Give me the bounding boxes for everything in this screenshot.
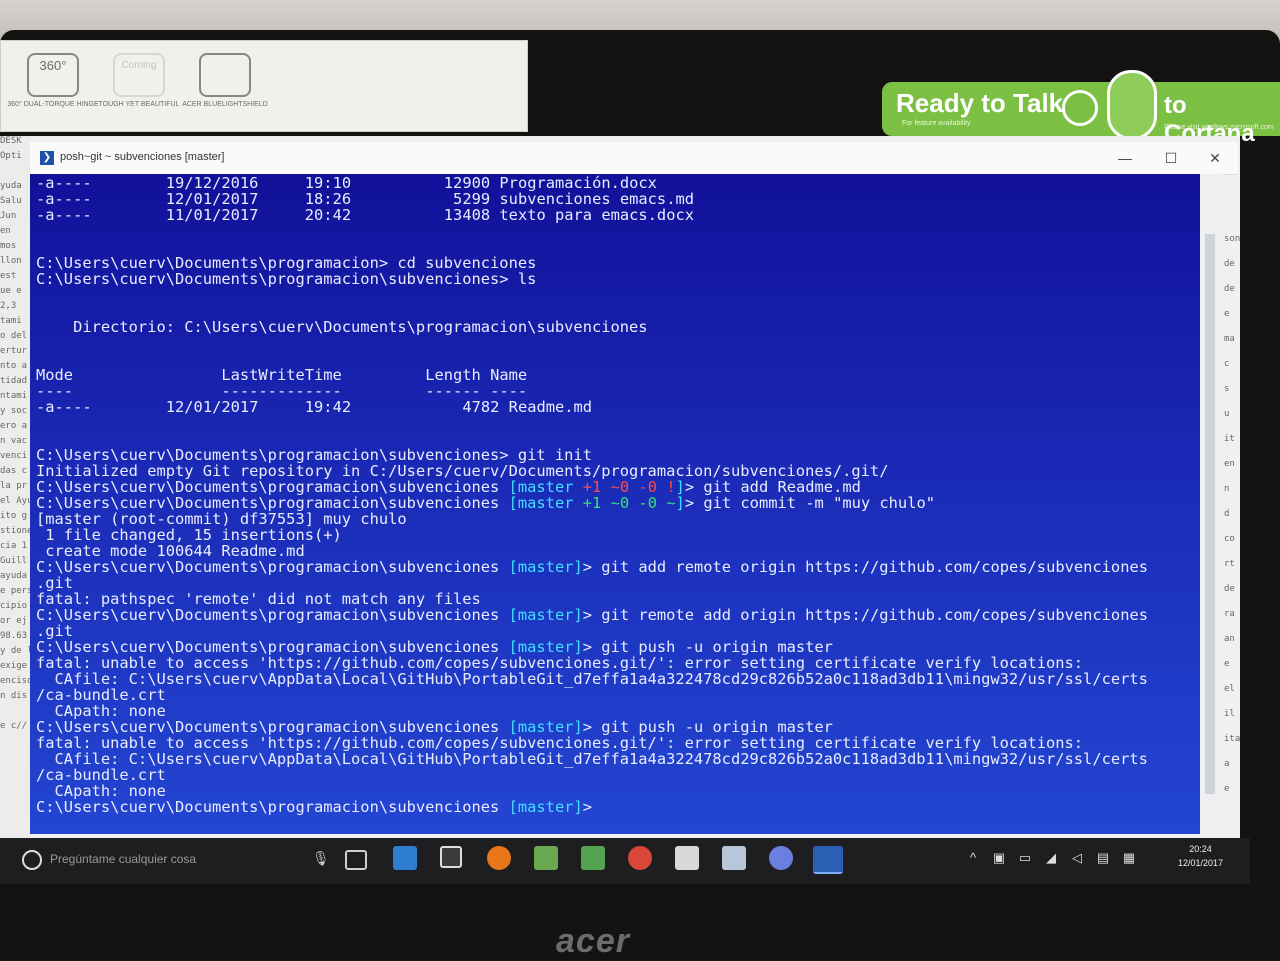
background-text: enciso: [0, 676, 32, 686]
background-text: Guill: [0, 556, 28, 566]
background-text: cipio: [0, 601, 28, 611]
console-scrollbar[interactable]: [1200, 174, 1222, 834]
cortana-sticker: Ready to Talk For feature availability t…: [882, 70, 1280, 147]
background-text: yuda: [0, 181, 22, 191]
hinge-icon: 360°: [27, 53, 79, 97]
microphone-icon: [1107, 70, 1157, 140]
notification-icon[interactable]: ▤: [1090, 850, 1116, 866]
console-prompt[interactable]: C:\Users\cuerv\Documents\programacion\su…: [36, 799, 592, 816]
background-text: est: [0, 271, 17, 281]
background-text: el Ayu: [0, 496, 32, 506]
background-text: llon: [0, 256, 22, 266]
background-text: ayuda: [0, 571, 28, 581]
background-text: n vac: [0, 436, 28, 446]
bluelight-icon: [199, 53, 251, 97]
background-text: [0, 166, 32, 181]
powershell-window[interactable]: ❯ posh~git ~ subvenciones [master] — ☐ ✕…: [30, 142, 1238, 834]
folder-icon[interactable]: [675, 846, 699, 870]
document-icon[interactable]: [722, 846, 746, 870]
background-text: mos: [0, 241, 17, 251]
store-icon[interactable]: [440, 846, 462, 868]
console-output[interactable]: -a---- 19/12/2016 19:10 12900 Programaci…: [30, 174, 1200, 834]
acer-logo: acer: [556, 922, 630, 960]
console-line: -a---- 12/01/2017 19:42 4782 Readme.md: [36, 398, 593, 416]
sticker-hinge: 360° 360° DUAL-TORQUE HINGE: [7, 53, 99, 109]
console-line: C:\Users\cuerv\Documents\programacion\su…: [36, 606, 1148, 624]
background-text: o del: [0, 331, 28, 341]
background-text: tami: [0, 316, 22, 326]
window-title: posh~git ~ subvenciones [master]: [60, 151, 225, 163]
chrome-icon[interactable]: [628, 846, 652, 870]
background-text: e pers: [0, 586, 32, 596]
file-explorer-icon[interactable]: [393, 846, 417, 870]
task-view-icon[interactable]: [345, 850, 367, 870]
background-text: ero a: [0, 421, 28, 431]
app-icon[interactable]: [769, 846, 793, 870]
scrollbar-thumb[interactable]: [1205, 234, 1215, 794]
background-text: Jun: [0, 211, 17, 221]
powershell-icon: ❯: [40, 151, 54, 165]
background-text: n dis: [0, 691, 28, 701]
console-line: C:\Users\cuerv\Documents\programacion\su…: [36, 270, 537, 288]
console-line: Directorio: C:\Users\cuerv\Documents\pro…: [36, 318, 648, 336]
background-text: en: [0, 226, 11, 236]
background-text: [0, 706, 32, 721]
background-text: exige: [0, 661, 28, 671]
background-text: cia 1: [0, 541, 28, 551]
background-document-window: DESK Opti yuda Salu Jun en mos llon est ue e 2,3 ta…: [0, 136, 32, 838]
close-button[interactable]: ✕: [1200, 148, 1230, 168]
background-text: stione: [0, 526, 32, 536]
firefox-icon[interactable]: [487, 846, 511, 870]
background-text: nto a: [0, 361, 28, 371]
background-text: tidad: [0, 376, 28, 386]
taskbar: Pregúntame cualquier cosa 🎙 ^ ▣ ▭ ◢ ◁ ▤ ▦ 20:2…: [0, 838, 1250, 884]
cortana-ready-text: Ready to Talk: [896, 88, 1064, 118]
console-line: -a---- 11/01/2017 20:42 13408 texto para…: [36, 206, 694, 224]
console-line: C:\Users\cuerv\Documents\programacion\su…: [36, 558, 1148, 576]
background-text: la pr: [0, 481, 28, 491]
background-text: ito g: [0, 511, 28, 521]
sticker-bluelight: ACER BLUELIGHTSHIELD: [179, 53, 271, 109]
background-text: DESK: [0, 136, 22, 146]
console-line: CAfile: C:\Users\cuerv\AppData\Local\Git…: [36, 670, 1148, 688]
background-text: Salu: [0, 196, 22, 206]
powershell-taskbar-icon[interactable]: [813, 846, 843, 874]
laptop-screen: DESK Opti yuda Salu Jun en mos llon est ue e 2,3 ta…: [0, 136, 1240, 838]
background-text: or ej: [0, 616, 28, 626]
background-text: ertur: [0, 346, 28, 356]
background-text: y de l: [0, 646, 32, 656]
system-tray: ^ ▣ ▭ ◢ ◁ ▤ ▦: [960, 850, 1142, 866]
maximize-button[interactable]: ☐: [1156, 148, 1186, 168]
background-text: venci: [0, 451, 28, 461]
background-text: e c//: [0, 721, 28, 731]
clock-time: 20:24: [1189, 844, 1212, 854]
volume-icon[interactable]: ◁: [1064, 850, 1090, 866]
battery-icon[interactable]: ▭: [1012, 850, 1038, 866]
background-text: ue e: [0, 286, 22, 296]
background-text: ntami: [0, 391, 28, 401]
taskbar-search-input[interactable]: Pregúntame cualquier cosa: [50, 852, 300, 870]
spreadsheet-icon[interactable]: [581, 846, 605, 870]
feature-sticker: 360° 360° DUAL-TORQUE HINGE Corning TOUG…: [0, 40, 528, 132]
background-text: 98.63: [0, 631, 28, 641]
taskbar-clock[interactable]: 20:24 12/01/2017: [1178, 842, 1223, 870]
keyboard-icon[interactable]: ▦: [1116, 850, 1142, 866]
sticker-glass: Corning TOUGH YET BEAUTIFUL: [93, 53, 185, 109]
background-text: y soc: [0, 406, 28, 416]
window-titlebar[interactable]: ❯ posh~git ~ subvenciones [master] — ☐ ✕: [30, 142, 1238, 175]
background-text: 2,3: [0, 301, 17, 311]
microphone-icon[interactable]: 🎙: [312, 850, 330, 867]
photos-icon[interactable]: [534, 846, 558, 870]
network-icon[interactable]: ▣: [986, 850, 1012, 866]
glass-icon: Corning: [113, 53, 165, 97]
background-text: das c: [0, 466, 28, 476]
cortana-circle-icon: [1062, 90, 1098, 126]
minimize-button[interactable]: —: [1110, 148, 1140, 168]
chevron-up-icon[interactable]: ^: [960, 850, 986, 865]
background-text: Opti: [0, 151, 22, 161]
cortana-search-icon[interactable]: [22, 850, 42, 870]
wifi-icon[interactable]: ◢: [1038, 850, 1064, 866]
clock-date: 12/01/2017: [1178, 858, 1224, 868]
console-line: CAfile: C:\Users\cuerv\AppData\Local\Git…: [36, 750, 1148, 768]
